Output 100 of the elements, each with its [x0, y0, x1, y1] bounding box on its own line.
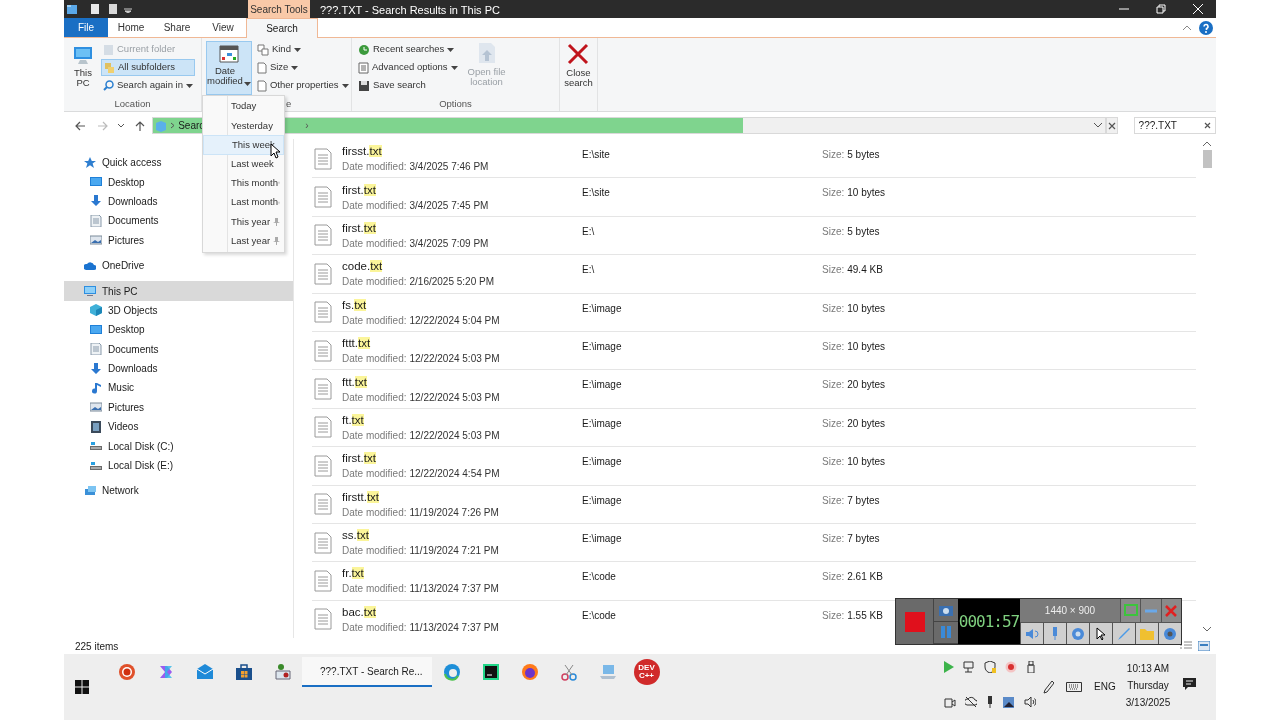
ribbon-tab[interactable]: Share	[154, 18, 200, 37]
text-file-icon	[314, 570, 332, 592]
taskbar-window-button[interactable]: ???.TXT - Search Re...	[302, 657, 432, 687]
folder-button[interactable]	[1135, 622, 1158, 644]
close-search-button[interactable]: Close search	[564, 41, 593, 111]
language-indicator[interactable]: ENG	[1094, 679, 1116, 694]
search-icon	[103, 80, 114, 91]
other-properties-button[interactable]: Other properties	[254, 77, 351, 94]
webcam-icon	[1070, 625, 1086, 642]
context-tab-label: Search Tools	[248, 0, 310, 18]
all-subfolders-button[interactable]: All subfolders	[101, 59, 196, 76]
restore-icon	[1153, 2, 1168, 16]
ribbon-tab[interactable]: File	[64, 18, 108, 37]
microphone-button[interactable]	[1043, 622, 1066, 644]
region-button[interactable]	[1120, 599, 1141, 622]
file-name[interactable]: ss.txt	[342, 528, 582, 544]
start-button[interactable]	[75, 679, 91, 695]
navigation-item[interactable]: Quick access	[64, 153, 164, 173]
caret-icon	[293, 47, 301, 52]
navigation-item[interactable]: 3D Objects	[64, 300, 160, 321]
navigation-item[interactable]: Network	[64, 481, 141, 501]
navigation-item[interactable]: Local Disk (E:)	[64, 455, 175, 476]
help-icon	[1199, 20, 1213, 35]
navigation-item[interactable]: This PC	[64, 281, 293, 301]
file-name[interactable]: bac.txt	[342, 604, 582, 620]
stop-icon	[904, 611, 925, 632]
location-text: E:\image	[582, 416, 623, 431]
file-name[interactable]: first.txt	[342, 182, 582, 198]
file-name[interactable]: first.txt	[342, 220, 582, 236]
size-label: Size:	[822, 416, 845, 431]
menu-item[interactable]: Last year	[203, 231, 284, 251]
notifications-button[interactable]	[1183, 678, 1196, 691]
size-label: Size:	[822, 493, 845, 508]
date-label: Date modified:	[342, 428, 407, 442]
file-name[interactable]: ftt.txt	[342, 374, 582, 390]
calendar-icon	[218, 44, 239, 64]
menu-item[interactable]: Last month	[203, 192, 284, 213]
settings-button[interactable]	[1158, 622, 1181, 644]
ribbon-tab[interactable]: View	[200, 18, 246, 37]
minimize-button[interactable]	[1140, 599, 1161, 622]
cloud-icon	[84, 259, 96, 272]
date-value: 12/22/2024 5:03 PM	[409, 428, 500, 442]
cursor-button[interactable]	[1089, 622, 1112, 644]
file-name[interactable]: code.txt	[342, 259, 582, 275]
file-name[interactable]: ft.txt	[342, 412, 582, 428]
recording-timer: 0001:57	[958, 599, 1020, 644]
navigation-item[interactable]: Downloads	[64, 358, 160, 379]
file-name[interactable]: fs.txt	[342, 297, 582, 313]
size-label: Size:	[822, 263, 845, 278]
navigation-item[interactable]: Music	[64, 378, 137, 398]
speaker-button[interactable]	[1020, 622, 1043, 644]
file-name[interactable]: firsst.txt	[342, 144, 582, 160]
browser-icon	[442, 663, 461, 681]
size-label: Size:	[822, 186, 845, 201]
menu-item[interactable]: This month	[203, 173, 284, 193]
navigation-item[interactable]: Local Disk (C:)	[64, 436, 176, 456]
menu-item[interactable]: This year	[203, 212, 284, 232]
location-text: E:\image	[582, 455, 623, 470]
search-again-button[interactable]: Search again in	[101, 77, 196, 94]
navigation-item[interactable]: Documents	[64, 339, 161, 359]
forward-icon	[97, 119, 110, 132]
network-icon	[84, 484, 96, 497]
back-icon	[73, 119, 86, 132]
size-button[interactable]: Size	[254, 59, 351, 76]
menu-item[interactable]: Yesterday	[203, 116, 284, 136]
file-name[interactable]: fttt.txt	[342, 336, 582, 352]
advanced-options-button[interactable]: Advanced options	[356, 59, 460, 76]
screenshot-button[interactable]	[934, 599, 958, 622]
recent-searches-button[interactable]: Recent searches	[356, 41, 460, 58]
this-pc-button[interactable]: This PC	[68, 41, 98, 97]
webcam-button[interactable]	[1066, 622, 1089, 644]
navigation-item[interactable]: Documents	[64, 211, 161, 231]
menu-item[interactable]: Last week	[203, 154, 284, 174]
scrollbar-thumb[interactable]	[1202, 150, 1212, 168]
navigation-item[interactable]: Desktop	[64, 320, 147, 340]
ribbon-tab[interactable]: Home	[108, 18, 154, 37]
navigation-item[interactable]: Pictures	[64, 230, 147, 250]
menu-item[interactable]: Today	[203, 97, 284, 117]
location-text: E:\code	[582, 570, 617, 585]
navigation-item[interactable]: Pictures	[64, 397, 147, 418]
navigation-item[interactable]: OneDrive	[64, 255, 147, 276]
search-field[interactable]: ???.TXT	[1133, 117, 1216, 134]
close-icon	[1163, 602, 1180, 619]
video-icon	[90, 420, 102, 433]
date-modified-button[interactable]: Date modified	[206, 41, 252, 95]
navigation-item[interactable]: Desktop	[64, 172, 147, 192]
save-search-button[interactable]: Save search	[356, 77, 460, 94]
file-name[interactable]: first.txt	[342, 451, 582, 467]
text-file-icon	[314, 531, 332, 554]
location-text: E:\	[582, 263, 596, 278]
pen-button[interactable]	[1112, 622, 1135, 644]
navigation-item[interactable]: Downloads	[64, 191, 160, 212]
date-label: Date modified:	[342, 352, 407, 366]
clock[interactable]: 10:13 AM Thursday 3/13/2025	[1118, 660, 1178, 711]
date-value: 12/22/2024 5:03 PM	[409, 390, 500, 404]
navigation-item[interactable]: Videos	[64, 417, 141, 437]
file-name[interactable]: fr.txt	[342, 566, 582, 582]
ribbon-tab[interactable]: Search	[246, 18, 318, 38]
kind-button[interactable]: Kind	[254, 41, 351, 58]
file-name[interactable]: firstt.txt	[342, 489, 582, 505]
